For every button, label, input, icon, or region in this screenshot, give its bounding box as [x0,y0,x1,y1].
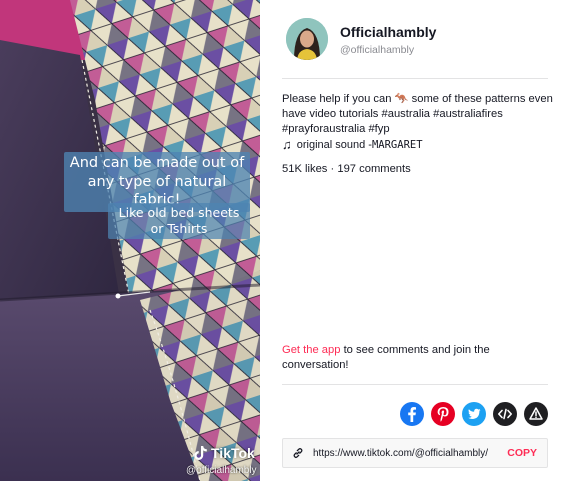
embed-icon [498,408,512,420]
get-app-link[interactable]: Get the app [282,344,340,356]
likes-count: 51K likes [282,163,328,175]
stats-separator: · [327,163,338,175]
pinterest-share-button[interactable] [431,402,455,426]
divider [282,384,548,385]
twitter-share-button[interactable] [462,402,486,426]
author-display-name[interactable]: Officialhambly [340,23,436,41]
copy-link-button[interactable]: COPY [507,447,537,459]
divider [282,78,548,79]
info-panel: Officialhambly @officialhambly Please he… [260,0,566,481]
author-username[interactable]: @officialhambly [340,44,436,56]
video-caption-sub: Like old bed sheets or Tshirts [108,203,250,239]
kangaroo-emoji: 🦘 [394,93,409,105]
facebook-icon [408,407,416,422]
author-profile[interactable]: Officialhambly @officialhambly [286,18,436,60]
post-description: Please help if you can 🦘 some of these p… [282,92,554,137]
avatar-image [286,18,328,60]
embed-share-button[interactable] [493,402,517,426]
report-icon [529,407,543,420]
hashtag-australiafires[interactable]: #australiafires [433,108,503,120]
hashtag-australia[interactable]: #australia [382,108,431,120]
music-note-icon: ♫ [282,137,292,152]
get-app-prompt: Get the app to see comments and join the… [282,343,522,373]
video-handle: @officialhambly [186,465,257,476]
share-url-text[interactable]: https://www.tiktok.com/@officialhambly/ [313,448,497,459]
tiktok-brand-text: TikTok [211,445,255,461]
link-icon [293,447,303,459]
hashtag-prayforaustralia[interactable]: #prayforaustralia [282,123,365,135]
hashtag-fyp[interactable]: #fyp [368,123,389,135]
report-button[interactable] [524,402,548,426]
video-frame [0,0,260,481]
tiktok-watermark: TikTok [194,445,255,461]
share-buttons [400,402,548,426]
engagement-stats: 51K likes · 197 comments [282,163,411,175]
pinterest-icon [437,407,449,422]
music-artist: MARGARET [371,138,423,151]
twitter-icon [468,408,481,419]
tiktok-logo-icon [194,446,207,460]
facebook-share-button[interactable] [400,402,424,426]
description-prefix: Please help if you can [282,93,395,105]
music-info[interactable]: ♫ original sound - MARGARET [282,137,423,152]
comments-count: 197 comments [337,163,411,175]
video-player[interactable]: And can be made out of any type of natur… [0,0,260,481]
music-prefix: original sound - [296,138,372,151]
avatar[interactable] [286,18,328,60]
share-url-box[interactable]: https://www.tiktok.com/@officialhambly/ … [282,438,548,468]
